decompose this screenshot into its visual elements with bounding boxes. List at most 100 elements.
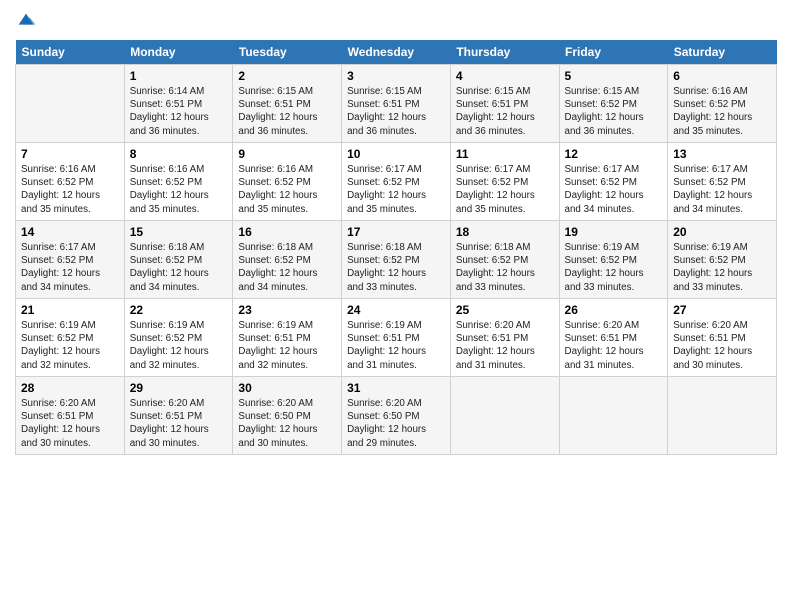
day-number: 2 [238,69,336,83]
day-number: 24 [347,303,445,317]
calendar-cell: 28 Sunrise: 6:20 AM Sunset: 6:51 PM Dayli… [16,377,125,455]
day-info: Sunrise: 6:19 AM Sunset: 6:52 PM Dayligh… [565,241,663,294]
calendar-cell: 7Sunrise: 6:16 AM Sunset: 6:52 PM Daylig… [16,143,125,221]
calendar-cell: 18 Sunrise: 6:18 AM Sunset: 6:52 PM Dayli… [450,221,559,299]
week-row-4: 21 Sunrise: 6:19 AM Sunset: 6:52 PM Dayli… [16,299,777,377]
calendar-cell: 10Sunrise: 6:17 AM Sunset: 6:52 PM Dayli… [342,143,451,221]
day-number: 19 [565,225,663,239]
calendar-cell: 29Sunrise: 6:20 AM Sunset: 6:51 PM Dayli… [124,377,233,455]
calendar-cell: 13 Sunrise: 6:17 AM Sunset: 6:52 PM Dayli… [668,143,777,221]
calendar-cell: 16 Sunrise: 6:18 AM Sunset: 6:52 PM Dayli… [233,221,342,299]
day-info: Sunrise: 6:18 AM Sunset: 6:52 PM Dayligh… [238,241,336,294]
calendar-cell: 21Sunrise: 6:19 AM Sunset: 6:52 PM Dayli… [16,299,125,377]
week-row-1: 1 Sunrise: 6:14 AM Sunset: 6:51 PM Daylig… [16,65,777,143]
day-number: 28 [21,381,119,395]
calendar-cell [668,377,777,455]
calendar-cell: 20Sunrise: 6:19 AM Sunset: 6:52 PM Dayli… [668,221,777,299]
calendar-cell: 1 Sunrise: 6:14 AM Sunset: 6:51 PM Daylig… [124,65,233,143]
day-info: Sunrise: 6:20 AM Sunset: 6:50 PM Dayligh… [238,397,336,450]
day-number: 17 [347,225,445,239]
calendar-cell: 9 Sunrise: 6:16 AM Sunset: 6:52 PM Daylig… [233,143,342,221]
day-info: Sunrise: 6:19 AM Sunset: 6:51 PM Dayligh… [238,319,336,372]
day-info: Sunrise: 6:15 AM Sunset: 6:51 PM Dayligh… [456,85,554,138]
day-number: 16 [238,225,336,239]
calendar-cell: 17 Sunrise: 6:18 AM Sunset: 6:52 PM Dayli… [342,221,451,299]
day-number: 15 [130,225,228,239]
day-info: Sunrise: 6:17 AM Sunset: 6:52 PM Dayligh… [565,163,663,216]
day-number: 29 [130,381,228,395]
calendar-cell: 23Sunrise: 6:19 AM Sunset: 6:51 PM Dayli… [233,299,342,377]
calendar-cell: 15 Sunrise: 6:18 AM Sunset: 6:52 PM Dayli… [124,221,233,299]
day-number: 21 [21,303,119,317]
calendar-table: SundayMondayTuesdayWednesdayThursdayFrid… [15,40,777,455]
day-info: Sunrise: 6:20 AM Sunset: 6:50 PM Dayligh… [347,397,445,450]
day-info: Sunrise: 6:20 AM Sunset: 6:51 PM Dayligh… [456,319,554,372]
day-number: 8 [130,147,228,161]
column-header-sunday: Sunday [16,40,125,65]
column-header-monday: Monday [124,40,233,65]
day-number: 1 [130,69,228,83]
day-info: Sunrise: 6:15 AM Sunset: 6:51 PM Dayligh… [238,85,336,138]
header [15,10,777,32]
day-number: 26 [565,303,663,317]
calendar-cell: 11Sunrise: 6:17 AM Sunset: 6:52 PM Dayli… [450,143,559,221]
calendar-cell [559,377,668,455]
day-number: 11 [456,147,554,161]
column-header-tuesday: Tuesday [233,40,342,65]
week-row-3: 14 Sunrise: 6:17 AM Sunset: 6:52 PM Dayli… [16,221,777,299]
header-row: SundayMondayTuesdayWednesdayThursdayFrid… [16,40,777,65]
day-info: Sunrise: 6:19 AM Sunset: 6:52 PM Dayligh… [130,319,228,372]
calendar-cell: 24 Sunrise: 6:19 AM Sunset: 6:51 PM Dayli… [342,299,451,377]
day-number: 14 [21,225,119,239]
week-row-2: 7Sunrise: 6:16 AM Sunset: 6:52 PM Daylig… [16,143,777,221]
day-number: 4 [456,69,554,83]
day-number: 22 [130,303,228,317]
calendar-cell: 26 Sunrise: 6:20 AM Sunset: 6:51 PM Dayli… [559,299,668,377]
day-info: Sunrise: 6:17 AM Sunset: 6:52 PM Dayligh… [673,163,771,216]
calendar-cell [16,65,125,143]
day-info: Sunrise: 6:20 AM Sunset: 6:51 PM Dayligh… [21,397,119,450]
logo-icon [15,10,37,32]
calendar-cell [450,377,559,455]
day-info: Sunrise: 6:15 AM Sunset: 6:52 PM Dayligh… [565,85,663,138]
calendar-cell: 2 Sunrise: 6:15 AM Sunset: 6:51 PM Daylig… [233,65,342,143]
day-info: Sunrise: 6:18 AM Sunset: 6:52 PM Dayligh… [130,241,228,294]
day-info: Sunrise: 6:20 AM Sunset: 6:51 PM Dayligh… [673,319,771,372]
week-row-5: 28 Sunrise: 6:20 AM Sunset: 6:51 PM Dayli… [16,377,777,455]
day-info: Sunrise: 6:18 AM Sunset: 6:52 PM Dayligh… [456,241,554,294]
day-number: 3 [347,69,445,83]
column-header-saturday: Saturday [668,40,777,65]
calendar-cell: 19 Sunrise: 6:19 AM Sunset: 6:52 PM Dayli… [559,221,668,299]
day-number: 12 [565,147,663,161]
day-info: Sunrise: 6:18 AM Sunset: 6:52 PM Dayligh… [347,241,445,294]
day-number: 27 [673,303,771,317]
calendar-cell: 5 Sunrise: 6:15 AM Sunset: 6:52 PM Daylig… [559,65,668,143]
day-info: Sunrise: 6:16 AM Sunset: 6:52 PM Dayligh… [238,163,336,216]
calendar-cell: 22 Sunrise: 6:19 AM Sunset: 6:52 PM Dayli… [124,299,233,377]
day-number: 13 [673,147,771,161]
calendar-cell: 27 Sunrise: 6:20 AM Sunset: 6:51 PM Dayli… [668,299,777,377]
calendar-cell: 8Sunrise: 6:16 AM Sunset: 6:52 PM Daylig… [124,143,233,221]
column-header-wednesday: Wednesday [342,40,451,65]
day-info: Sunrise: 6:20 AM Sunset: 6:51 PM Dayligh… [565,319,663,372]
logo [15,10,41,32]
day-number: 18 [456,225,554,239]
calendar-cell: 31 Sunrise: 6:20 AM Sunset: 6:50 PM Dayli… [342,377,451,455]
day-number: 25 [456,303,554,317]
day-info: Sunrise: 6:17 AM Sunset: 6:52 PM Dayligh… [347,163,445,216]
calendar-cell: 6Sunrise: 6:16 AM Sunset: 6:52 PM Daylig… [668,65,777,143]
day-info: Sunrise: 6:14 AM Sunset: 6:51 PM Dayligh… [130,85,228,138]
day-info: Sunrise: 6:19 AM Sunset: 6:51 PM Dayligh… [347,319,445,372]
column-header-thursday: Thursday [450,40,559,65]
calendar-cell: 14 Sunrise: 6:17 AM Sunset: 6:52 PM Dayli… [16,221,125,299]
calendar-cell: 25 Sunrise: 6:20 AM Sunset: 6:51 PM Dayli… [450,299,559,377]
day-number: 9 [238,147,336,161]
calendar-cell: 3Sunrise: 6:15 AM Sunset: 6:51 PM Daylig… [342,65,451,143]
calendar-cell: 12 Sunrise: 6:17 AM Sunset: 6:52 PM Dayli… [559,143,668,221]
day-number: 5 [565,69,663,83]
day-number: 31 [347,381,445,395]
day-info: Sunrise: 6:17 AM Sunset: 6:52 PM Dayligh… [21,241,119,294]
day-number: 6 [673,69,771,83]
calendar-cell: 30Sunrise: 6:20 AM Sunset: 6:50 PM Dayli… [233,377,342,455]
day-number: 20 [673,225,771,239]
